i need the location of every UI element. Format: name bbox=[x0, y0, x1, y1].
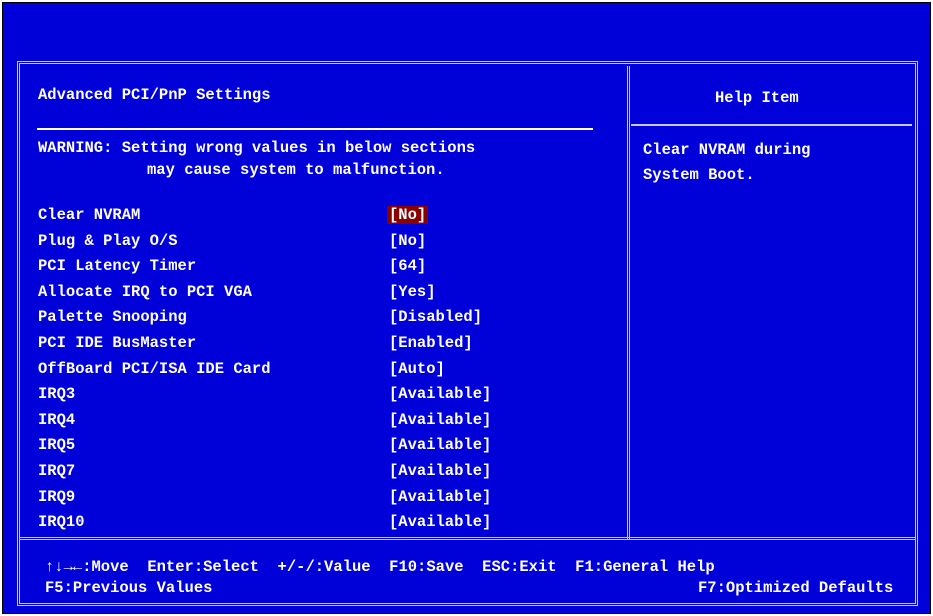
warning-line-1: WARNING: Setting wrong values in below s… bbox=[38, 139, 476, 157]
setting-label: Clear NVRAM bbox=[38, 206, 141, 224]
page-title: Advanced PCI/PnP Settings bbox=[38, 86, 271, 104]
setting-value[interactable]: [Available] bbox=[387, 488, 493, 506]
setting-label: IRQ7 bbox=[38, 461, 76, 480]
title-underline bbox=[37, 128, 593, 130]
setting-value[interactable]: [Available] bbox=[387, 411, 493, 429]
setting-label: OffBoard PCI/ISA IDE Card bbox=[38, 359, 271, 378]
help-title: Help Item bbox=[715, 89, 799, 107]
top-band bbox=[3, 3, 930, 59]
bios-screen: Advanced PCI/PnP Settings WARNING: Setti… bbox=[2, 2, 931, 614]
setting-value[interactable]: [No] bbox=[387, 232, 428, 250]
help-title-separator bbox=[631, 124, 912, 126]
setting-label: IRQ4 bbox=[38, 410, 76, 429]
setting-value[interactable]: [Available] bbox=[387, 385, 493, 403]
footer-divider bbox=[20, 537, 915, 540]
footer-previous-values[interactable]: F5:Previous Values bbox=[45, 578, 212, 598]
setting-label: IRQ10 bbox=[38, 513, 85, 532]
setting-label: PCI Latency Timer bbox=[38, 257, 197, 276]
setting-value[interactable]: [Yes] bbox=[387, 283, 438, 301]
setting-label: IRQ9 bbox=[38, 487, 76, 506]
setting-value[interactable]: [Available] bbox=[387, 513, 493, 531]
setting-label: IRQ3 bbox=[38, 385, 76, 404]
setting-label: Plug & Play O/S bbox=[38, 231, 178, 250]
setting-value[interactable]: [Enabled] bbox=[387, 334, 475, 352]
footer-optimized-defaults[interactable]: F7:Optimized Defaults bbox=[698, 578, 893, 598]
warning-line-2: may cause system to malfunction. bbox=[147, 161, 445, 179]
footer-keys-line: ↑↓→←:Move Enter:Select +/-/:Value F10:Sa… bbox=[45, 558, 715, 576]
setting-label: PCI IDE BusMaster bbox=[38, 333, 197, 352]
setting-label: Palette Snooping bbox=[38, 308, 187, 327]
setting-label: IRQ5 bbox=[38, 436, 76, 455]
setting-value[interactable]: [Available] bbox=[387, 436, 493, 454]
help-text-line-2: System Boot. bbox=[643, 166, 755, 184]
setting-label: Allocate IRQ to PCI VGA bbox=[38, 282, 252, 301]
help-text-line-1: Clear NVRAM during bbox=[643, 141, 811, 159]
setting-value[interactable]: [64] bbox=[387, 257, 428, 275]
panel-divider bbox=[627, 66, 630, 539]
setting-value[interactable]: [Disabled] bbox=[387, 308, 484, 326]
setting-value[interactable]: [Auto] bbox=[387, 360, 447, 378]
setting-value[interactable]: [No] bbox=[387, 206, 429, 224]
setting-value[interactable]: [Available] bbox=[387, 462, 493, 480]
